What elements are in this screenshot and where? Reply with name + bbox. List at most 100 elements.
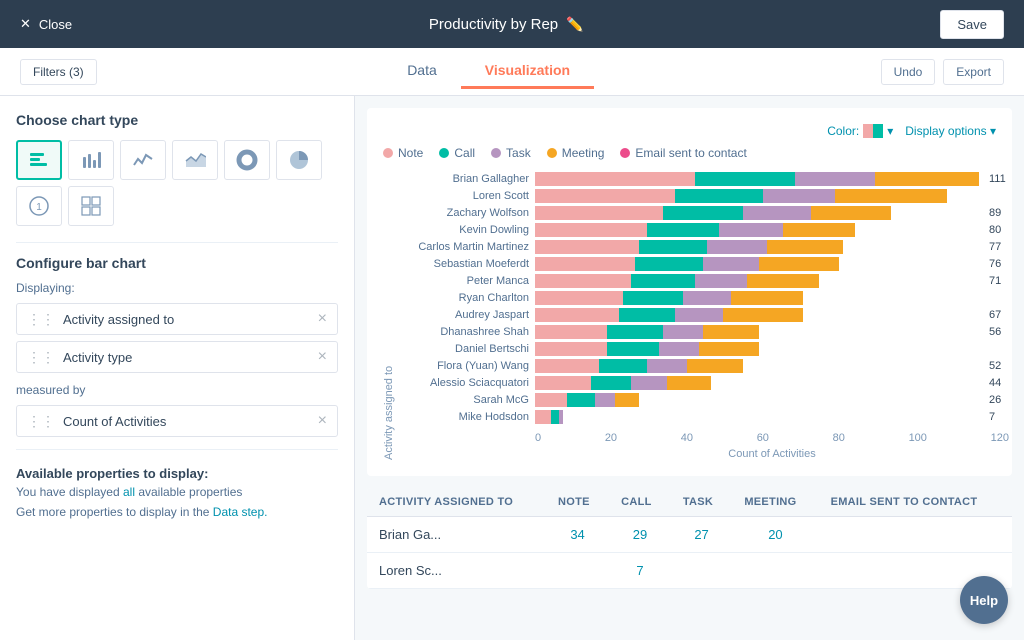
chart-type-line[interactable]	[120, 140, 166, 180]
legend-dot-call	[439, 148, 449, 158]
filter-button[interactable]: Filters (3)	[20, 59, 97, 85]
bar-segment	[559, 410, 563, 424]
bar-label: Sebastian Moeferdt	[399, 258, 529, 270]
bar-segment	[675, 308, 723, 322]
y-axis-label: Activity assigned to	[383, 172, 395, 460]
bar-segment	[619, 308, 675, 322]
chart-type-pie[interactable]	[276, 140, 322, 180]
remove-tag-activity-type[interactable]: ×	[318, 348, 327, 366]
bar-segment	[535, 342, 607, 356]
chart-type-bar-horizontal[interactable]	[16, 140, 62, 180]
chart-type-grid[interactable]	[68, 186, 114, 226]
bar-value: 71	[989, 275, 1009, 287]
cell-call: 7	[609, 553, 671, 589]
bar-label: Loren Scott	[399, 190, 529, 202]
bar-segment	[595, 393, 615, 407]
bar-segment	[535, 376, 591, 390]
data-step-link[interactable]: Data step.	[213, 505, 268, 519]
tag-label-count: Count of Activities	[63, 414, 318, 429]
color-label: Color:	[827, 124, 859, 138]
bar-value: 77	[989, 241, 1009, 253]
toolbar-right: Undo Export	[881, 59, 1004, 85]
bar-segment	[675, 189, 763, 203]
bar-value: 52	[989, 360, 1009, 372]
help-button[interactable]: Help	[960, 576, 1008, 624]
bar-chart: Activity assigned to Brian Gallagher111L…	[383, 172, 996, 460]
chart-type-bar-vertical[interactable]	[68, 140, 114, 180]
chart-type-area[interactable]	[172, 140, 218, 180]
main-area: Choose chart type	[0, 96, 1024, 640]
bar-label: Mike Hodsdon	[399, 411, 529, 423]
bar-segment	[687, 359, 743, 373]
drag-handle-icon: ⋮⋮	[27, 311, 55, 328]
export-button[interactable]: Export	[943, 59, 1004, 85]
bar-row: Zachary Wolfson89	[399, 206, 1009, 220]
col-header-meeting: MEETING	[732, 488, 818, 517]
table-row: Loren Sc... 7	[367, 553, 1012, 589]
bar-segment	[835, 189, 947, 203]
cell-task: 27	[671, 517, 732, 553]
legend-label-call: Call	[454, 146, 475, 160]
bar-row: Sarah McG26	[399, 393, 1009, 407]
bar-row: Peter Manca 71	[399, 274, 1009, 288]
display-tag-activity-type[interactable]: ⋮⋮ Activity type ×	[16, 341, 338, 373]
table-body: Brian Ga... 34 29 27 20 Loren Sc... 7	[367, 517, 1012, 589]
bar-segment	[683, 291, 731, 305]
display-tag-activity-assigned[interactable]: ⋮⋮ Activity assigned to ×	[16, 303, 338, 335]
bar-segment	[795, 172, 875, 186]
bar-value: 89	[989, 207, 1009, 219]
tab-data[interactable]: Data	[383, 54, 461, 89]
measure-tag-count[interactable]: ⋮⋮ Count of Activities ×	[16, 405, 338, 437]
bar-segment	[567, 393, 595, 407]
edit-title-icon[interactable]: ✏️	[566, 16, 583, 33]
bar-row: Audrey Jaspart67	[399, 308, 1009, 322]
bar-segment	[635, 257, 703, 271]
legend-label-email: Email sent to contact	[635, 146, 746, 160]
bar-value: 111	[989, 173, 1009, 185]
tag-label-activity-type: Activity type	[63, 350, 318, 365]
bar-segment	[747, 274, 819, 288]
legend-dot-task	[491, 148, 501, 158]
chart-type-number[interactable]: 1	[16, 186, 62, 226]
bar-row: Flora (Yuan) Wang52	[399, 359, 1009, 373]
remove-tag-count[interactable]: ×	[318, 412, 327, 430]
bar-row: Kevin Dowling80	[399, 223, 1009, 237]
legend-call: Call	[439, 146, 475, 160]
bar-segment	[599, 359, 647, 373]
tab-visualization[interactable]: Visualization	[461, 54, 594, 89]
bar-segment	[535, 359, 599, 373]
tag-label-activity-assigned: Activity assigned to	[63, 312, 318, 327]
all-properties-link[interactable]: all	[123, 485, 138, 499]
display-options-button[interactable]: Display options ▾	[905, 124, 996, 138]
bar-segment	[639, 240, 707, 254]
bar-label: Peter Manca	[399, 275, 529, 287]
bar-segment	[663, 206, 743, 220]
bar-value: 7	[989, 411, 1009, 423]
bar-segment	[535, 274, 631, 288]
bar-segment	[535, 393, 567, 407]
bar-segment	[623, 291, 683, 305]
undo-button[interactable]: Undo	[881, 59, 936, 85]
chart-type-donut[interactable]	[224, 140, 270, 180]
header-actions: Save	[940, 10, 1004, 39]
remove-tag-activity-assigned[interactable]: ×	[318, 310, 327, 328]
x-axis-ticks: 020406080100120	[399, 432, 1009, 444]
bar-label: Brian Gallagher	[399, 173, 529, 185]
bar-segment	[767, 240, 843, 254]
bar-segment	[551, 410, 559, 424]
bar-track	[535, 257, 979, 271]
cell-email	[819, 517, 1012, 553]
bar-label: Dhanashree Shah	[399, 326, 529, 338]
bar-row: Sebastian Moeferdt76	[399, 257, 1009, 271]
bar-segment	[695, 172, 795, 186]
chevron-down-icon: ▾	[887, 124, 893, 138]
bar-segment	[743, 206, 811, 220]
data-table: ACTIVITY ASSIGNED TO NOTE CALL TASK MEET…	[367, 488, 1012, 589]
color-picker[interactable]: Color: ▾	[827, 124, 893, 138]
close-button[interactable]: ✕ Close	[20, 16, 72, 32]
bar-segment	[535, 240, 639, 254]
data-table-area: ACTIVITY ASSIGNED TO NOTE CALL TASK MEET…	[367, 488, 1012, 589]
bar-segment	[875, 172, 979, 186]
bar-segment	[719, 223, 783, 237]
save-button[interactable]: Save	[940, 10, 1004, 39]
